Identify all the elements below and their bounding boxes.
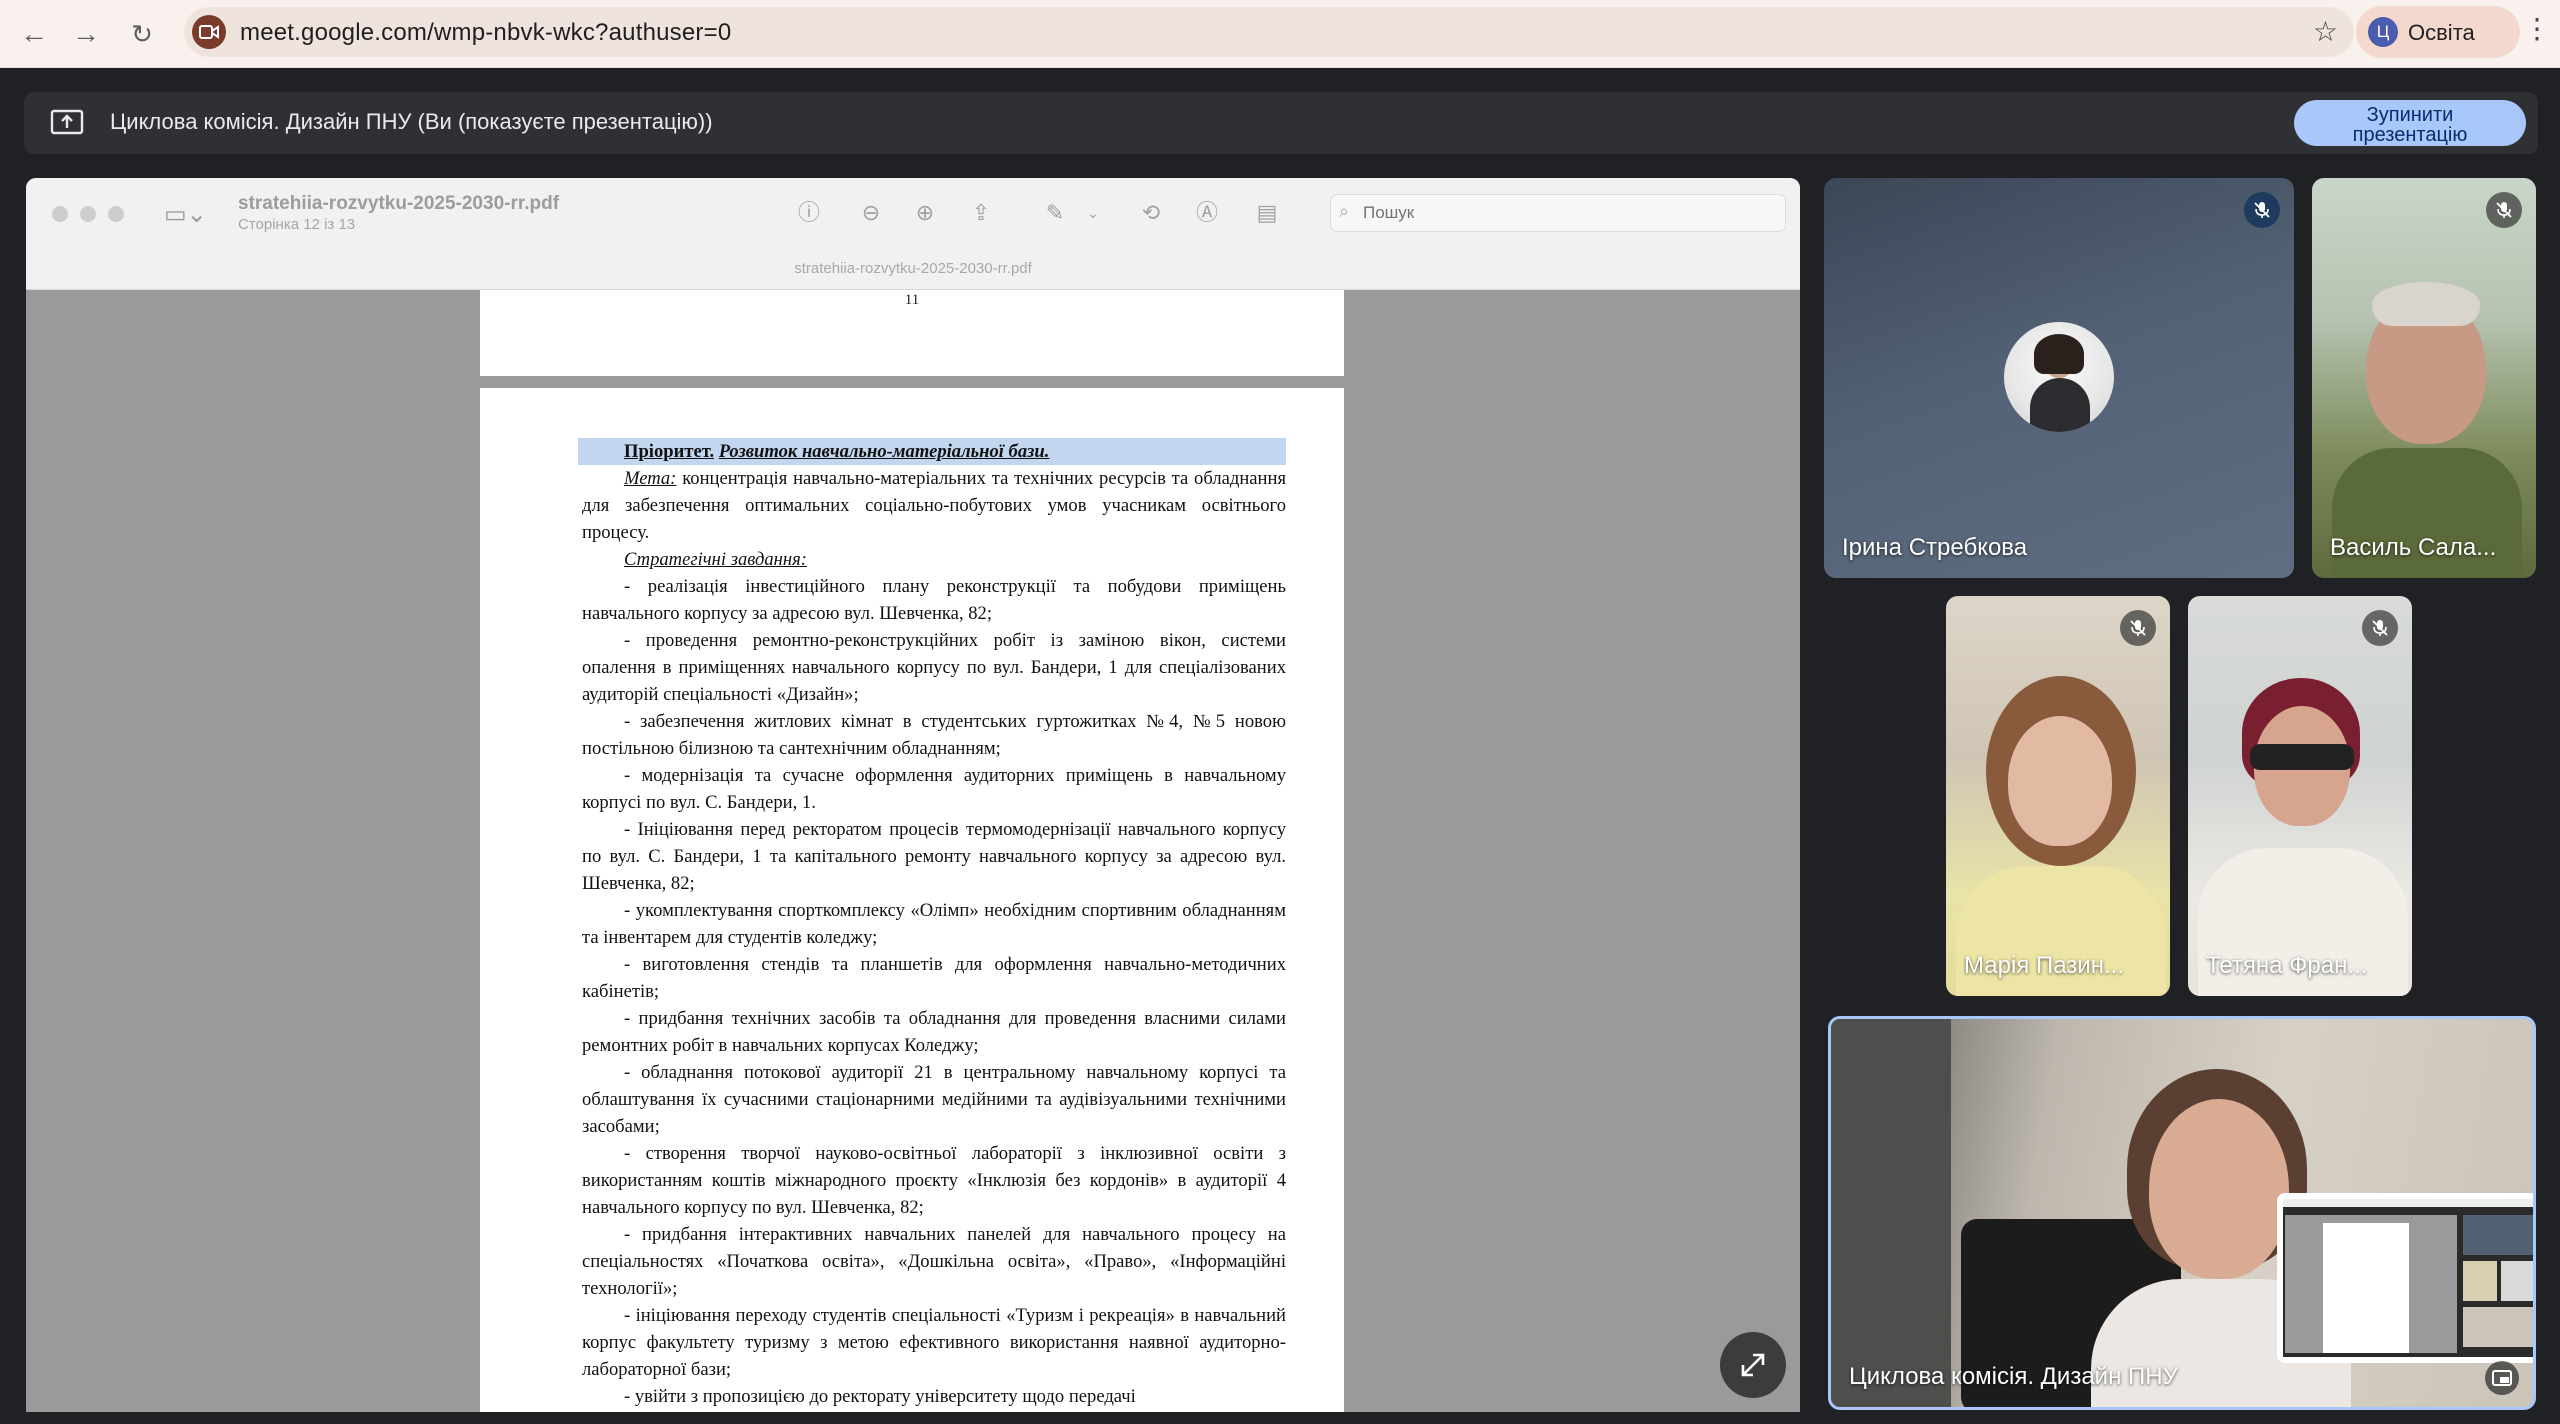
pdf-page-previous: 11	[480, 290, 1344, 376]
avatar-hair	[2034, 334, 2084, 374]
participant-name: Тетяна Фран...	[2206, 952, 2368, 979]
presentation-preview[interactable]	[2277, 1193, 2533, 1363]
stop-presenting-button[interactable]: Зупинити презентацію	[2294, 100, 2526, 146]
background-plant	[1831, 1019, 1951, 1407]
document-title: stratehiia-rozvytku-2025-2030-rr.pdf	[238, 193, 560, 214]
rotate-icon[interactable]: ⟲	[1136, 198, 1166, 228]
participant-tile[interactable]: Ірина Стребкова	[1824, 178, 2294, 578]
profile-button[interactable]: Ц Освіта	[2356, 6, 2520, 58]
pdf-page-current: Пріоритет. Розвиток навчально-матеріальн…	[480, 388, 1344, 1412]
preview-tile	[2463, 1215, 2533, 1255]
tasks-heading: Стратегічні завдання:	[582, 546, 1286, 573]
search-icon: ⌕	[1339, 201, 1350, 221]
pdf-search-box[interactable]: ⌕	[1330, 194, 1786, 232]
task-item: - придбання технічних засобів та обладна…	[582, 1008, 1286, 1056]
window-zoom-icon[interactable]	[108, 206, 124, 222]
goal-paragraph: Мета: концентрація навчально-матеріальни…	[582, 465, 1286, 546]
info-icon[interactable]: ⓘ	[794, 198, 824, 228]
pdf-viewer-toolbar: ▭⌄ stratehiia-rozvytku-2025-2030-rr.pdf …	[26, 178, 1800, 290]
task-item: - виготовлення стендів та планшетів для …	[582, 954, 1286, 1002]
preview-screen	[2283, 1199, 2533, 1357]
page-number: 11	[904, 292, 920, 308]
meet-site-icon	[192, 15, 226, 49]
task-item: - обладнання потокової аудиторії 21 в це…	[582, 1062, 1286, 1137]
task-item: - Ініціювання перед ректоратом процесів …	[582, 819, 1286, 894]
participant-sunglasses	[2250, 744, 2354, 770]
participant-name: Ірина Стребкова	[1842, 534, 2028, 561]
profile-name: Освіта	[2408, 20, 2475, 45]
tasks-label: Стратегічні завдання:	[624, 549, 807, 570]
sidebar-toggle-icon[interactable]: ▭⌄	[164, 200, 207, 229]
zoom-out-icon[interactable]: ⊖	[856, 198, 886, 228]
participant-tile[interactable]: Марія Пазин...	[1946, 596, 2170, 996]
task-item: - проведення ремонтно-реконструкційних р…	[582, 630, 1286, 705]
goal-label: Мета:	[624, 468, 677, 489]
browser-toolbar: ← → ↻ meet.google.com/wmp-nbvk-wkc?authu…	[0, 0, 2560, 68]
task-item: - придбання інтерактивних навчальних пан…	[582, 1224, 1286, 1299]
url-text[interactable]: meet.google.com/wmp-nbvk-wkc?authuser=0	[240, 19, 731, 47]
mic-muted-icon	[2120, 610, 2156, 646]
participant-avatar	[2004, 322, 2114, 432]
preview-chrome	[2283, 1199, 2533, 1207]
bookmark-star-icon[interactable]: ☆	[2313, 15, 2338, 48]
priority-title: Розвиток навчально-матеріальної бази.	[718, 441, 1050, 462]
mic-muted-icon	[2486, 192, 2522, 228]
task-item: - забезпечення житлових кімнат в студент…	[582, 711, 1286, 759]
expand-fullscreen-button[interactable]	[1720, 1332, 1786, 1398]
back-icon[interactable]: ←	[14, 14, 54, 54]
preview-tile	[2463, 1261, 2497, 1301]
forward-icon[interactable]: →	[66, 14, 106, 54]
window-filename: stratehiia-rozvytku-2025-2030-rr.pdf	[794, 260, 1032, 277]
mic-muted-icon	[2244, 192, 2280, 228]
annotate-icon[interactable]: Ⓐ	[1192, 198, 1222, 228]
participant-face	[2008, 716, 2112, 846]
page-indicator: Сторінка 12 із 13	[238, 216, 356, 233]
preview-page	[2323, 1223, 2409, 1353]
task-item: - увійти з пропозицією до ректорату унів…	[624, 1386, 1136, 1407]
search-input[interactable]	[1363, 201, 1763, 225]
goal-text: концентрація навчально-матеріальних та т…	[582, 468, 1286, 543]
priority-label: Пріоритет.	[624, 441, 715, 462]
picture-in-picture-icon[interactable]	[2485, 1361, 2519, 1395]
participant-hair	[2372, 282, 2480, 326]
task-item: - створення творчої науково-освітньої ла…	[582, 1143, 1286, 1218]
present-screen-icon	[50, 109, 84, 135]
participant-face	[2149, 1099, 2289, 1279]
task-item: - модернізація та сучасне оформлення ауд…	[582, 765, 1286, 813]
shared-screen: ▭⌄ stratehiia-rozvytku-2025-2030-rr.pdf …	[26, 178, 1800, 1412]
preview-tile	[2463, 1307, 2533, 1347]
participant-tile[interactable]: Василь Сала...	[2312, 178, 2536, 578]
reload-icon[interactable]: ↻	[122, 14, 162, 54]
stop-presenting-label-2: презентацію	[2352, 123, 2468, 146]
zoom-in-icon[interactable]: ⊕	[910, 198, 940, 228]
presenting-banner: Циклова комісія. Дизайн ПНУ (Ви (показує…	[24, 92, 2538, 154]
window-close-icon[interactable]	[52, 206, 68, 222]
preview-tile	[2501, 1261, 2533, 1301]
share-icon[interactable]: ⇪	[966, 198, 996, 228]
participant-tile[interactable]: Тетяна Фран...	[2188, 596, 2412, 996]
priority-heading: Пріоритет. Розвиток навчально-матеріальн…	[578, 438, 1286, 465]
markup-dropdown-icon[interactable]: ⌄	[1078, 198, 1108, 228]
participant-name: Марія Пазин...	[1964, 952, 2124, 979]
task-item: - ініціювання переходу студентів спеціал…	[582, 1305, 1286, 1380]
stop-presenting-label-1: Зупинити	[2366, 103, 2454, 126]
task-item: - укомплектування спорткомплексу «Олімп»…	[582, 900, 1286, 948]
document-text: Пріоритет. Розвиток навчально-матеріальн…	[578, 438, 1286, 1410]
avatar-body	[2030, 378, 2090, 432]
mic-muted-icon	[2362, 610, 2398, 646]
profile-avatar: Ц	[2368, 17, 2398, 47]
self-tile[interactable]: Циклова комісія. Дизайн ПНУ	[1828, 1016, 2536, 1410]
expand-icon	[1741, 1353, 1765, 1377]
address-bar[interactable]: meet.google.com/wmp-nbvk-wkc?authuser=0 …	[184, 7, 2354, 57]
window-minimize-icon[interactable]	[80, 206, 96, 222]
participant-name: Циклова комісія. Дизайн ПНУ	[1849, 1363, 2178, 1390]
presenting-text: Циклова комісія. Дизайн ПНУ (Ви (показує…	[110, 109, 713, 134]
browser-menu-icon[interactable]: ⋮	[2522, 12, 2552, 45]
task-item: - реалізація інвестиційного плану реконс…	[582, 576, 1286, 624]
markup-pen-icon[interactable]: ✎	[1040, 198, 1070, 228]
form-fill-icon[interactable]: ▤	[1252, 198, 1282, 228]
participant-name: Василь Сала...	[2330, 534, 2497, 561]
